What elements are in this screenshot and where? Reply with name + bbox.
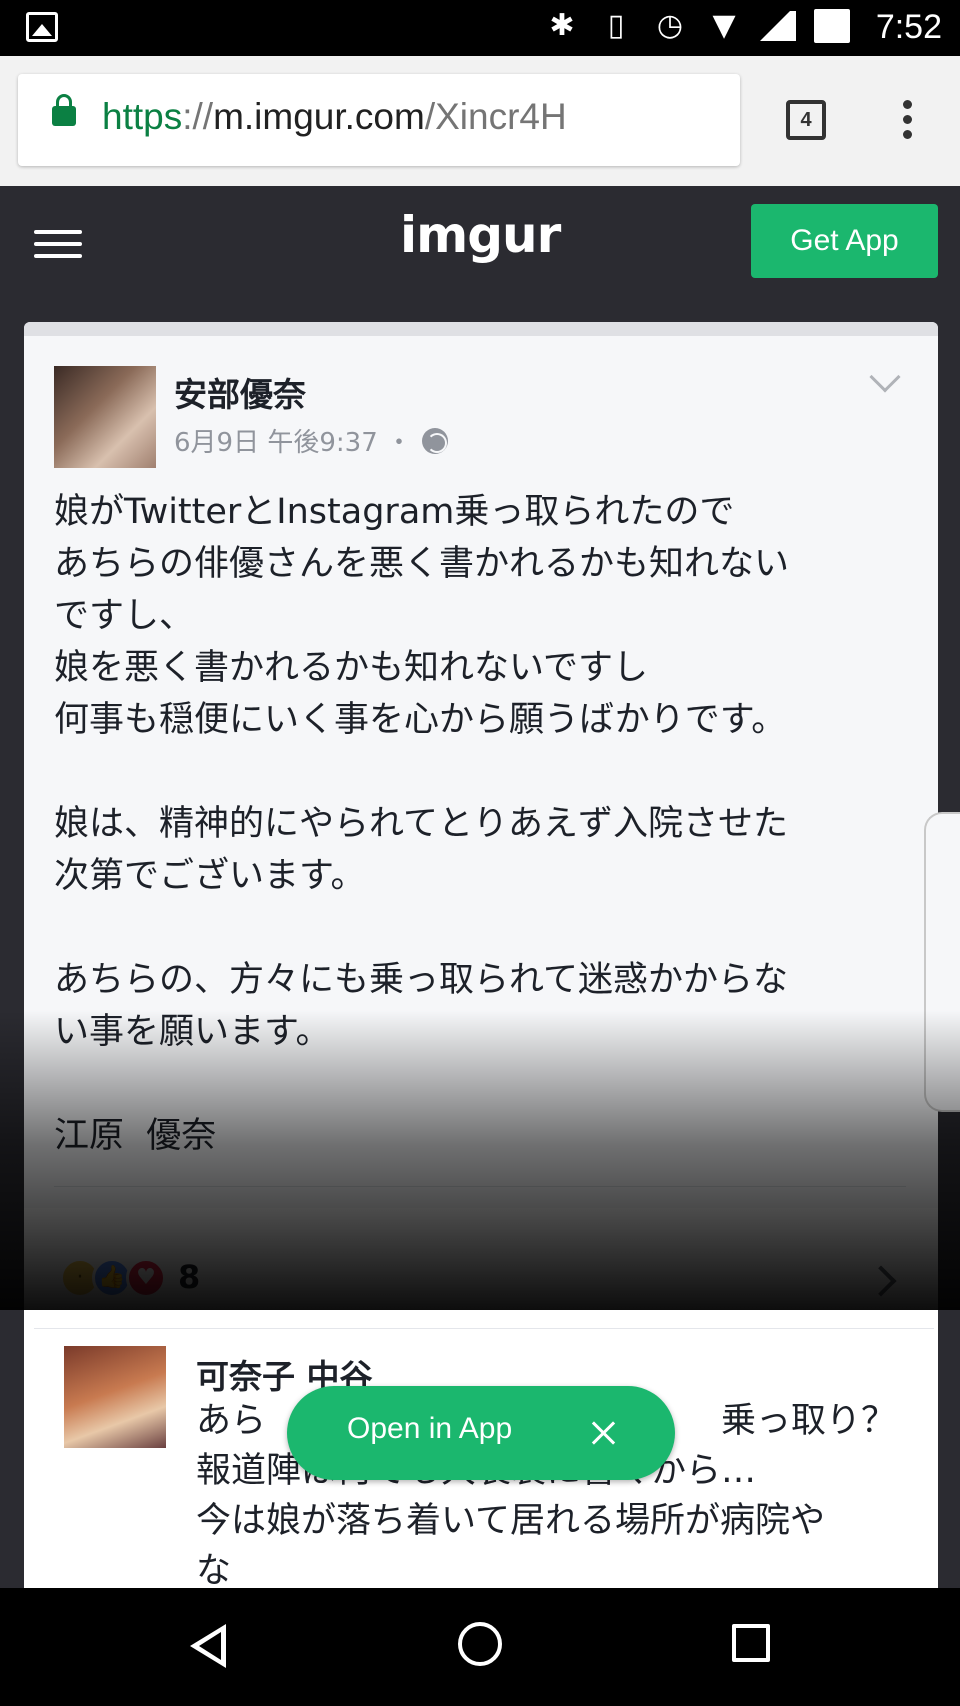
- card-top-edge: [24, 322, 938, 336]
- vibrate-icon: ▯: [607, 8, 625, 43]
- lock-icon: [52, 94, 76, 126]
- system-nav-bar: [0, 1588, 960, 1706]
- chevron-right-icon: [865, 1265, 897, 1297]
- status-icons: ✱ ▯ ◷ ▼: [544, 8, 850, 43]
- get-app-button[interactable]: Get App: [751, 204, 938, 278]
- chevron-down-icon: [869, 361, 901, 393]
- recents-icon[interactable]: [732, 1624, 770, 1662]
- divider: [34, 1328, 934, 1329]
- battery-icon: [814, 8, 850, 43]
- globe-icon: [422, 427, 448, 454]
- reaction-count: 8: [178, 1258, 201, 1296]
- status-time: 7:52: [875, 8, 942, 46]
- url-scheme: https: [102, 96, 183, 137]
- avatar: [64, 1346, 166, 1448]
- hamburger-menu-icon[interactable]: [34, 230, 82, 258]
- url-text[interactable]: https://m.imgur.com/Xincr4H: [102, 96, 567, 138]
- back-icon[interactable]: [190, 1624, 226, 1668]
- url-path: /Xincr4H: [424, 96, 567, 137]
- wifi-icon: ▼: [712, 8, 736, 43]
- imgur-logo[interactable]: imgur: [400, 206, 561, 264]
- url-separator: ://: [182, 96, 214, 137]
- post-body: 娘がTwitterとInstagram乗っ取られたので あちらの俳優さんを悪く書…: [54, 492, 790, 1156]
- url-host: m.imgur.com: [213, 96, 425, 137]
- overflow-menu-icon[interactable]: [894, 100, 920, 144]
- divider: [54, 1186, 906, 1187]
- imgur-header: imgur Get App: [0, 186, 960, 298]
- alarm-icon: ◷: [656, 8, 684, 43]
- post-timestamp: 6月9日 午後9:37 ・: [174, 428, 412, 458]
- scroll-handle[interactable]: [924, 812, 960, 1112]
- love-icon: ♥: [126, 1258, 166, 1298]
- open-in-app-banner[interactable]: Open in App: [287, 1386, 675, 1480]
- avatar: [54, 366, 156, 468]
- post-meta: 6月9日 午後9:37 ・: [174, 422, 448, 459]
- gallery-icon: [26, 12, 58, 42]
- reactions-bar: · 👍 ♥ 8: [24, 1208, 938, 1328]
- open-in-app-label[interactable]: Open in App: [347, 1412, 512, 1446]
- signal-icon: [760, 10, 796, 41]
- bluetooth-icon: ✱: [549, 8, 575, 43]
- home-icon[interactable]: [458, 1622, 502, 1666]
- status-bar: ✱ ▯ ◷ ▼ 7:52: [0, 0, 960, 56]
- close-icon[interactable]: [587, 1416, 621, 1450]
- browser-toolbar: https://m.imgur.com/Xincr4H 4: [0, 56, 960, 186]
- post-author: 安部優奈: [174, 375, 306, 414]
- tab-switcher-button[interactable]: 4: [786, 100, 826, 140]
- url-bar[interactable]: https://m.imgur.com/Xincr4H: [18, 74, 740, 166]
